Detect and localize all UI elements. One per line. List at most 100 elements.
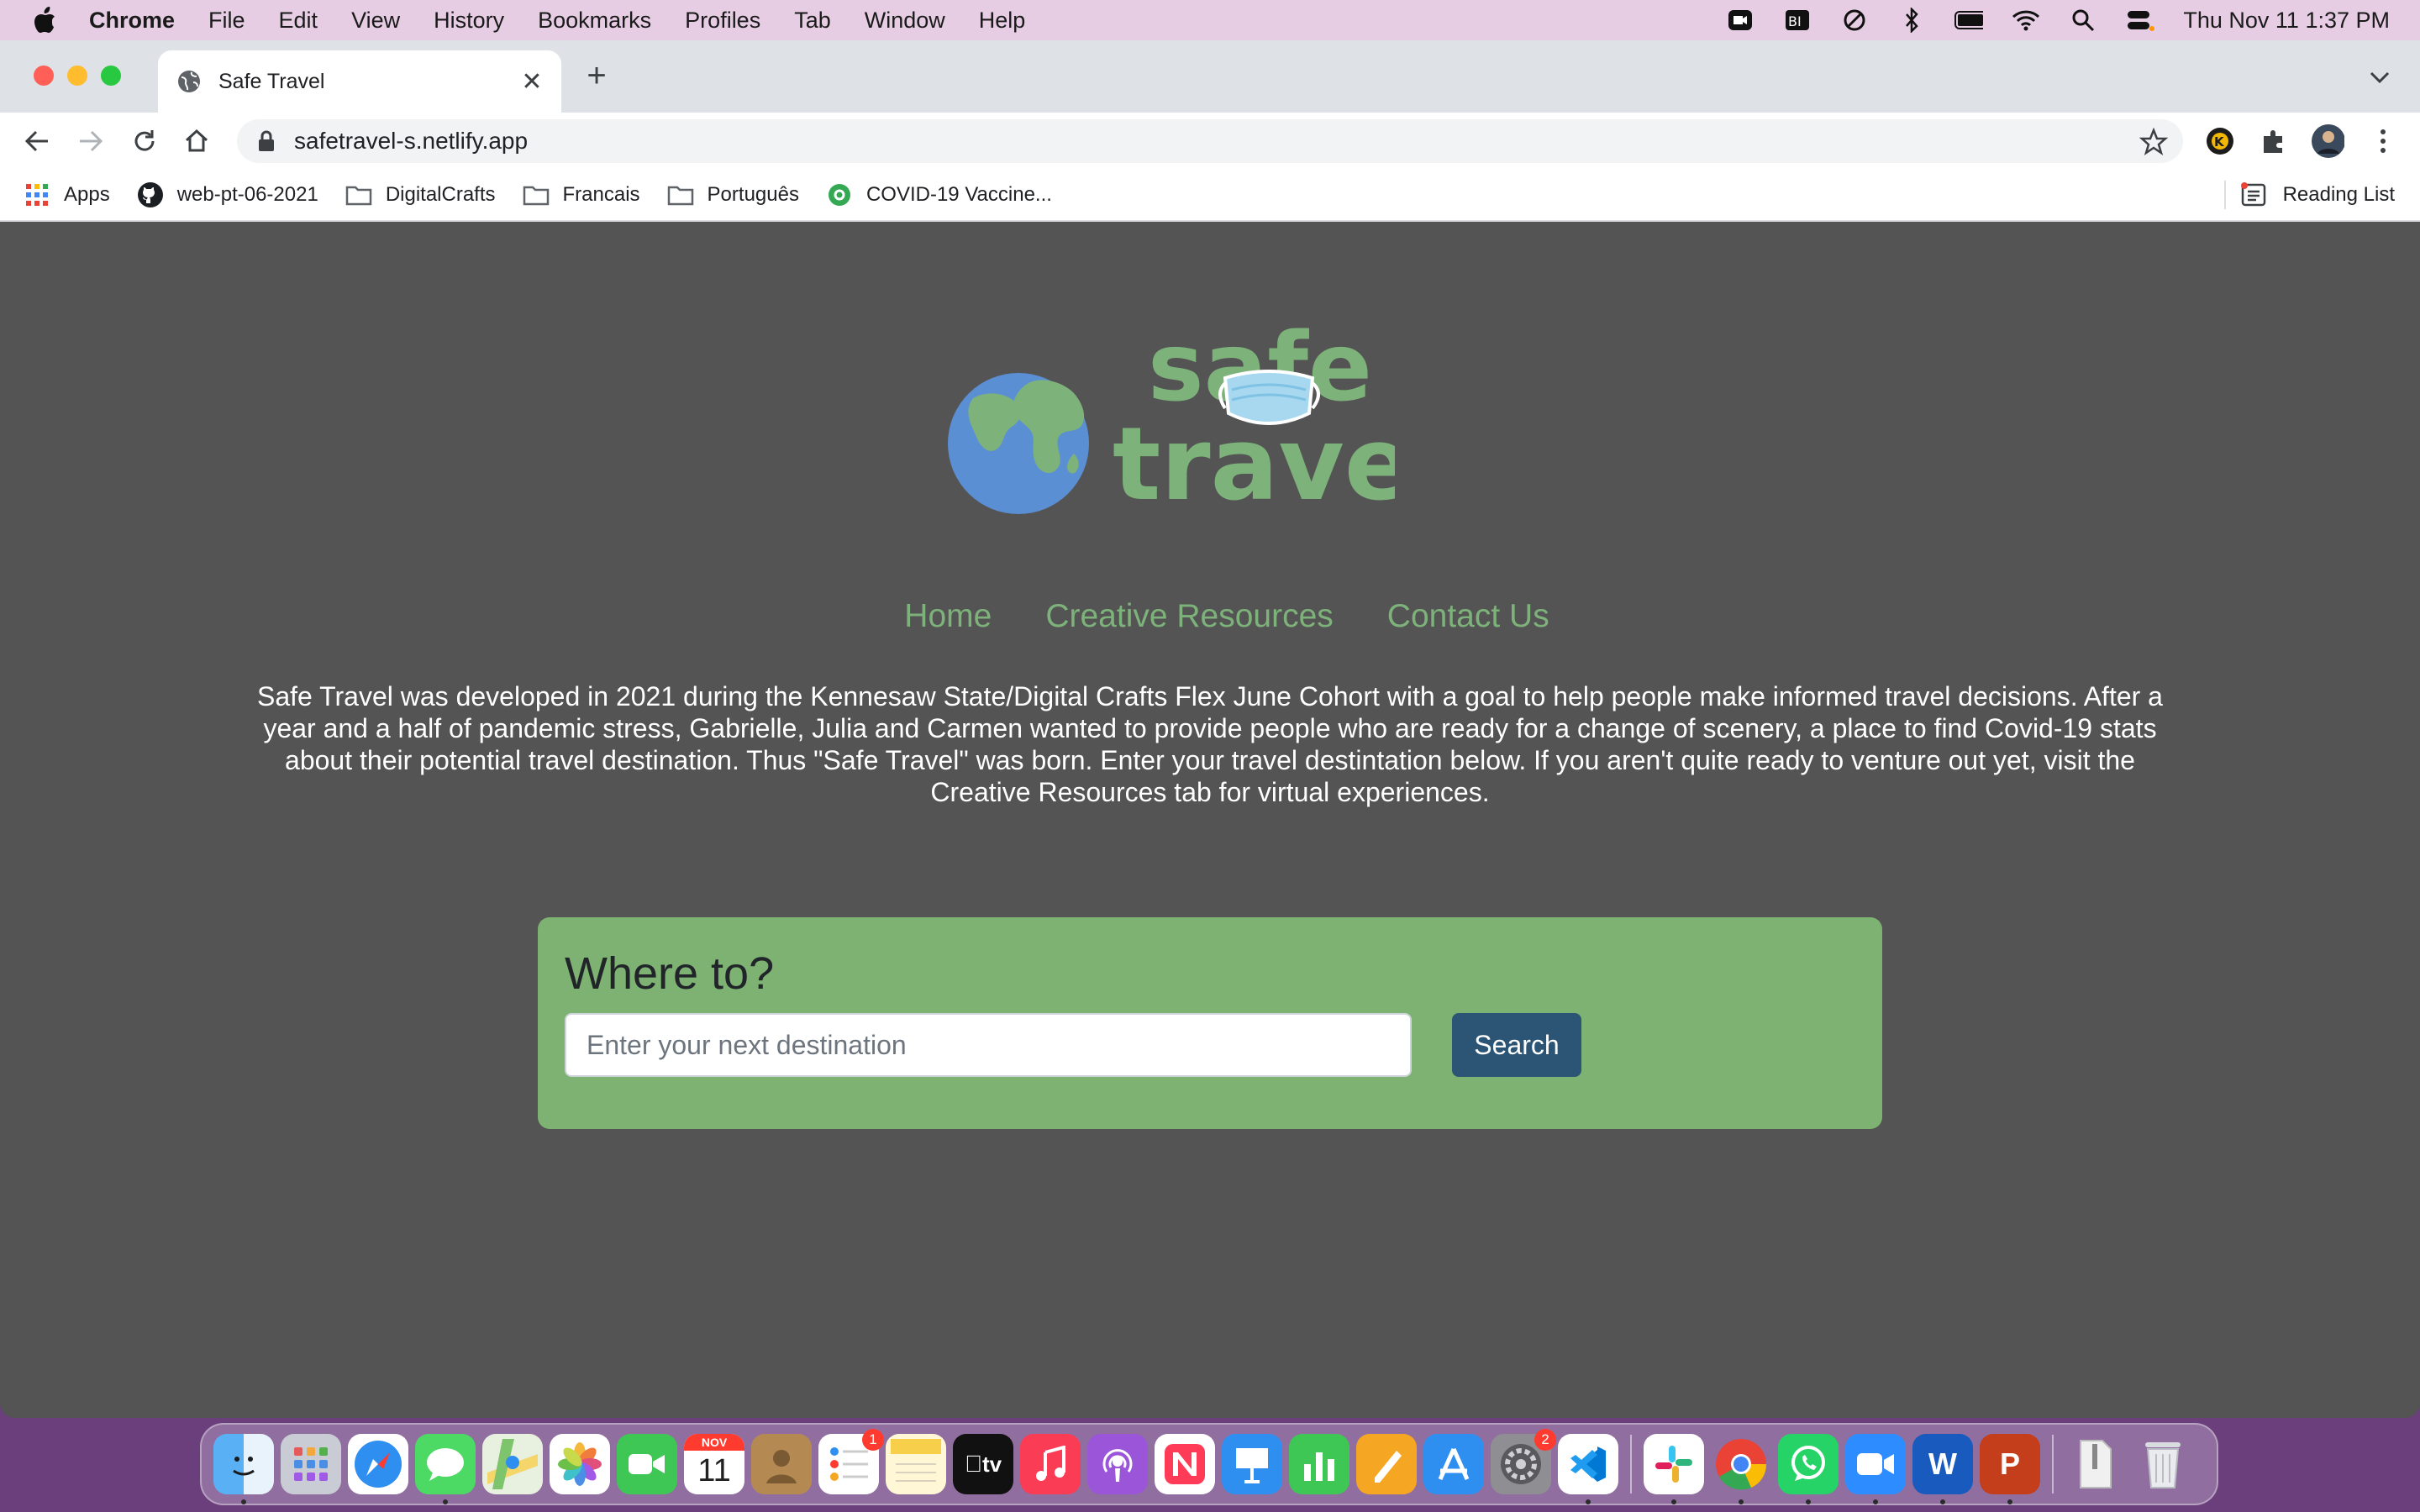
safe-travel-logo[interactable]: safe travel	[948, 306, 1447, 523]
browser-toolbar: safetravel-s.netlify.app K	[0, 113, 2420, 170]
menu-help[interactable]: Help	[979, 8, 1026, 34]
bookmark-label: DigitalCrafts	[385, 183, 496, 206]
calendar-icon[interactable]: NOV 11	[684, 1434, 744, 1494]
nav-contact-us-link[interactable]: Contact Us	[1387, 598, 1549, 635]
url-text[interactable]: safetravel-s.netlify.app	[294, 128, 528, 155]
vscode-icon[interactable]	[1558, 1434, 1618, 1504]
close-tab-icon[interactable]: ✕	[518, 67, 546, 96]
bookmark-web-pt[interactable]: web-pt-06-2021	[137, 181, 318, 208]
contacts-icon[interactable]	[751, 1434, 812, 1494]
search-button[interactable]: Search	[1452, 1013, 1581, 1077]
zoom-window-button[interactable]	[101, 66, 121, 86]
apple-logo-icon[interactable]	[30, 5, 60, 35]
menu-tab[interactable]: Tab	[794, 8, 831, 34]
messages-icon[interactable]	[415, 1434, 476, 1504]
reading-list-button[interactable]: Reading List	[2223, 170, 2395, 220]
control-center-icon[interactable]	[2126, 8, 2155, 33]
app-store-icon[interactable]	[1423, 1434, 1484, 1494]
bookmark-star-icon[interactable]	[2139, 127, 2169, 156]
tab-safe-travel[interactable]: Safe Travel ✕	[158, 50, 561, 113]
bookmark-digitalcrafts[interactable]: DigitalCrafts	[345, 181, 496, 208]
apple-tv-icon[interactable]: tv	[953, 1434, 1013, 1494]
word-icon[interactable]: W	[1912, 1434, 1973, 1504]
extension-badge-icon[interactable]: K	[2203, 124, 2237, 158]
back-arrow-icon[interactable]	[20, 124, 54, 158]
bookmark-covid-vaccine[interactable]: COVID-19 Vaccine...	[826, 181, 1052, 208]
forward-arrow-icon[interactable]	[74, 124, 108, 158]
vaccine-site-icon	[826, 181, 853, 208]
svg-text:BI: BI	[1788, 13, 1802, 29]
lock-icon[interactable]	[257, 129, 277, 153]
bookmark-label: COVID-19 Vaccine...	[865, 183, 1052, 206]
menu-edit[interactable]: Edit	[279, 8, 318, 34]
whatsapp-icon[interactable]	[1778, 1434, 1839, 1504]
nav-home-link[interactable]: Home	[904, 598, 992, 635]
news-icon[interactable]	[1155, 1434, 1215, 1494]
spotlight-search-icon[interactable]	[2069, 8, 2097, 33]
menu-history[interactable]: History	[434, 8, 504, 34]
address-bar[interactable]: safetravel-s.netlify.app	[237, 119, 2183, 163]
intro-paragraph: Safe Travel was developed in 2021 during…	[257, 681, 2163, 807]
photos-icon[interactable]	[550, 1434, 610, 1494]
keynote-icon[interactable]	[1222, 1434, 1282, 1494]
pages-icon[interactable]	[1356, 1434, 1417, 1494]
home-icon[interactable]	[180, 124, 213, 158]
menu-window[interactable]: Window	[865, 8, 945, 34]
site-navigation: Home Creative Resources Contact Us	[0, 598, 2420, 635]
browser-window: Safe Travel ✕ + safetravel-s.netlify.app…	[0, 40, 2420, 1418]
wifi-icon[interactable]	[2012, 8, 2040, 33]
bartender-icon[interactable]: BI	[1783, 8, 1812, 33]
downloads-stack-icon[interactable]	[2065, 1434, 2126, 1494]
destination-search-input[interactable]	[565, 1013, 1412, 1077]
video-camera-icon[interactable]	[1726, 8, 1754, 33]
menu-bookmarks[interactable]: Bookmarks	[538, 8, 651, 34]
window-controls	[34, 66, 121, 86]
new-tab-button[interactable]: +	[580, 57, 613, 94]
bookmark-label: Apps	[64, 183, 110, 206]
music-icon[interactable]	[1020, 1434, 1081, 1494]
close-window-button[interactable]	[34, 66, 54, 86]
clock[interactable]: Thu Nov 11 1:37 PM	[2183, 8, 2390, 34]
system-preferences-icon[interactable]: 2	[1491, 1429, 1556, 1494]
bookmark-francais[interactable]: Francais	[523, 181, 640, 208]
minimize-window-button[interactable]	[67, 66, 87, 86]
trash-icon[interactable]	[2133, 1434, 2193, 1494]
focus-icon[interactable]	[1840, 8, 1869, 33]
bookmark-label: Português	[707, 183, 799, 206]
bluetooth-icon[interactable]	[1897, 8, 1926, 33]
menu-view[interactable]: View	[351, 8, 400, 34]
facetime-icon[interactable]	[617, 1434, 677, 1494]
slack-icon[interactable]	[1644, 1434, 1704, 1504]
reminders-icon[interactable]: 1	[818, 1429, 884, 1494]
earth-globe-icon	[948, 373, 1089, 514]
notes-icon[interactable]	[886, 1434, 946, 1494]
bookmark-label: web-pt-06-2021	[176, 183, 318, 206]
podcasts-icon[interactable]	[1087, 1434, 1148, 1494]
menu-chrome[interactable]: Chrome	[89, 8, 175, 34]
folder-icon	[667, 181, 694, 208]
menu-file[interactable]: File	[208, 8, 245, 34]
settings-badge: 2	[1534, 1429, 1556, 1451]
battery-icon[interactable]	[1954, 8, 1984, 33]
extensions-puzzle-icon[interactable]	[2257, 124, 2291, 158]
launchpad-icon[interactable]	[281, 1434, 341, 1494]
reading-list-label: Reading List	[2282, 183, 2395, 206]
chrome-icon[interactable]	[1711, 1434, 1771, 1504]
menu-profiles[interactable]: Profiles	[685, 8, 760, 34]
profile-avatar[interactable]	[2311, 124, 2344, 158]
numbers-icon[interactable]	[1289, 1434, 1349, 1494]
globe-favicon-icon	[176, 69, 202, 94]
finder-icon[interactable]	[213, 1434, 274, 1504]
nav-creative-resources-link[interactable]: Creative Resources	[1045, 598, 1333, 635]
tab-search-chevron-icon[interactable]	[2365, 62, 2395, 92]
zoom-icon[interactable]	[1845, 1434, 1906, 1504]
bookmark-portugues[interactable]: Português	[667, 181, 799, 208]
bookmark-apps[interactable]: Apps	[24, 181, 110, 208]
macos-menubar: Chrome File Edit View History Bookmarks …	[0, 0, 2420, 40]
powerpoint-icon[interactable]: P	[1980, 1434, 2040, 1504]
reload-icon[interactable]	[128, 124, 161, 158]
folder-icon	[523, 181, 550, 208]
chrome-menu-icon[interactable]	[2366, 124, 2400, 158]
maps-icon[interactable]	[482, 1434, 543, 1494]
safari-icon[interactable]	[348, 1434, 408, 1494]
